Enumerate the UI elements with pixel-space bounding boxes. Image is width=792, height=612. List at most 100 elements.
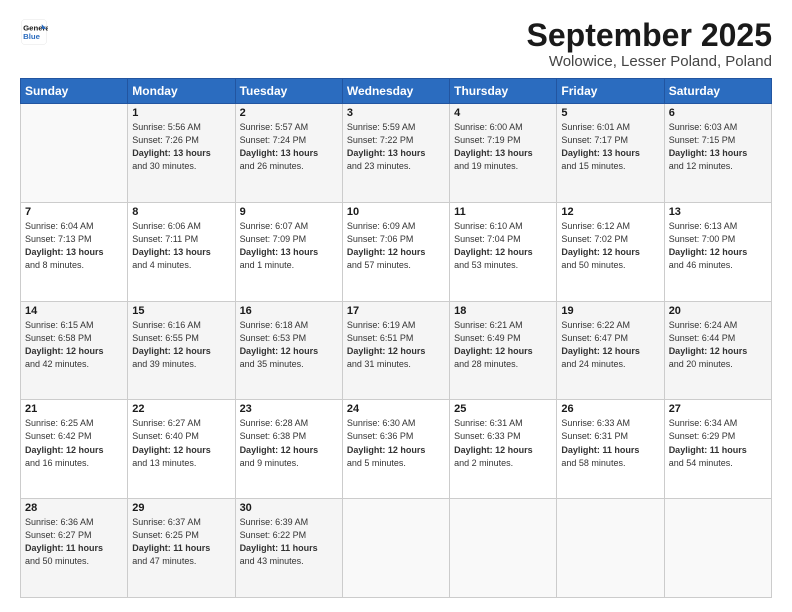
table-row [21, 104, 128, 203]
table-row: 1 Sunrise: 5:56 AMSunset: 7:26 PMDaylight… [128, 104, 235, 203]
day-number: 21 [25, 403, 123, 415]
day-detail: Sunrise: 6:18 AMSunset: 6:53 PMDaylight:… [240, 319, 338, 371]
table-row: 15Sunrise: 6:16 AMSunset: 6:55 PMDayligh… [128, 301, 235, 400]
day-detail: Sunrise: 6:33 AMSunset: 6:31 PMDaylight:… [561, 417, 659, 469]
table-row: 7 Sunrise: 6:04 AMSunset: 7:13 PMDaylight… [21, 202, 128, 301]
table-row: 14 Sunrise: 6:15 AMSunset: 6:58 PMDayligh… [21, 301, 128, 400]
day-number: 20 [669, 305, 767, 317]
day-detail: Sunrise: 6:04 AMSunset: 7:13 PMDaylight:… [25, 220, 123, 272]
calendar-table: SundayMondayTuesdayWednesdayThursdayFrid… [20, 78, 772, 598]
day-detail: Sunrise: 6:37 AMSunset: 6:25 PMDaylight:… [132, 516, 230, 568]
day-detail: Sunrise: 6:09 AMSunset: 7:06 PMDaylight:… [347, 220, 445, 272]
col-header-sunday: Sunday [21, 79, 128, 104]
day-number: 27 [669, 403, 767, 415]
day-detail: Sunrise: 6:36 AMSunset: 6:27 PMDaylight:… [25, 516, 123, 568]
day-detail: Sunrise: 6:21 AMSunset: 6:49 PMDaylight:… [454, 319, 552, 371]
table-row: 4 Sunrise: 6:00 AMSunset: 7:19 PMDaylight… [450, 104, 557, 203]
day-number: 11 [454, 206, 552, 218]
table-row: 5Sunrise: 6:01 AMSunset: 7:17 PMDaylight… [557, 104, 664, 203]
table-row: 10 Sunrise: 6:09 AMSunset: 7:06 PMDayligh… [342, 202, 449, 301]
table-row: 19Sunrise: 6:22 AMSunset: 6:47 PMDayligh… [557, 301, 664, 400]
table-row [664, 499, 771, 598]
table-row: 18 Sunrise: 6:21 AMSunset: 6:49 PMDayligh… [450, 301, 557, 400]
logo: General Blue General Blue [20, 18, 48, 46]
day-number: 29 [132, 502, 230, 514]
day-number: 24 [347, 403, 445, 415]
table-row [342, 499, 449, 598]
day-detail: Sunrise: 6:34 AMSunset: 6:29 PMDaylight:… [669, 417, 767, 469]
day-detail: Sunrise: 6:24 AMSunset: 6:44 PMDaylight:… [669, 319, 767, 371]
day-number: 18 [454, 305, 552, 317]
day-number: 5 [561, 107, 659, 119]
day-number: 1 [132, 107, 230, 119]
day-number: 22 [132, 403, 230, 415]
table-row: 13 Sunrise: 6:13 AMSunset: 7:00 PMDayligh… [664, 202, 771, 301]
day-number: 8 [132, 206, 230, 218]
table-row: 25 Sunrise: 6:31 AMSunset: 6:33 PMDayligh… [450, 400, 557, 499]
table-row [450, 499, 557, 598]
table-row: 21 Sunrise: 6:25 AMSunset: 6:42 PMDayligh… [21, 400, 128, 499]
day-number: 13 [669, 206, 767, 218]
day-number: 9 [240, 206, 338, 218]
table-row: 2 Sunrise: 5:57 AMSunset: 7:24 PMDaylight… [235, 104, 342, 203]
day-number: 26 [561, 403, 659, 415]
day-detail: Sunrise: 5:57 AMSunset: 7:24 PMDaylight:… [240, 121, 338, 173]
table-row: 23 Sunrise: 6:28 AMSunset: 6:38 PMDayligh… [235, 400, 342, 499]
day-number: 17 [347, 305, 445, 317]
day-detail: Sunrise: 6:22 AMSunset: 6:47 PMDaylight:… [561, 319, 659, 371]
day-detail: Sunrise: 6:06 AMSunset: 7:11 PMDaylight:… [132, 220, 230, 272]
day-number: 25 [454, 403, 552, 415]
day-detail: Sunrise: 6:12 AMSunset: 7:02 PMDaylight:… [561, 220, 659, 272]
day-detail: Sunrise: 6:00 AMSunset: 7:19 PMDaylight:… [454, 121, 552, 173]
table-row: 24 Sunrise: 6:30 AMSunset: 6:36 PMDayligh… [342, 400, 449, 499]
day-number: 16 [240, 305, 338, 317]
day-number: 15 [132, 305, 230, 317]
day-detail: Sunrise: 6:19 AMSunset: 6:51 PMDaylight:… [347, 319, 445, 371]
day-number: 23 [240, 403, 338, 415]
day-number: 10 [347, 206, 445, 218]
day-number: 7 [25, 206, 123, 218]
logo-icon: General Blue [20, 18, 48, 46]
table-row: 27 Sunrise: 6:34 AMSunset: 6:29 PMDayligh… [664, 400, 771, 499]
table-row: 22 Sunrise: 6:27 AMSunset: 6:40 PMDayligh… [128, 400, 235, 499]
day-detail: Sunrise: 6:15 AMSunset: 6:58 PMDaylight:… [25, 319, 123, 371]
table-row: 3 Sunrise: 5:59 AMSunset: 7:22 PMDaylight… [342, 104, 449, 203]
title-block: September 2025 Wolowice, Lesser Poland, … [527, 18, 772, 70]
day-number: 6 [669, 107, 767, 119]
day-detail: Sunrise: 6:13 AMSunset: 7:00 PMDaylight:… [669, 220, 767, 272]
page-subtitle: Wolowice, Lesser Poland, Poland [527, 53, 772, 70]
table-row: 29 Sunrise: 6:37 AMSunset: 6:25 PMDayligh… [128, 499, 235, 598]
table-row: 20 Sunrise: 6:24 AMSunset: 6:44 PMDayligh… [664, 301, 771, 400]
table-row: 11 Sunrise: 6:10 AMSunset: 7:04 PMDayligh… [450, 202, 557, 301]
day-detail: Sunrise: 6:30 AMSunset: 6:36 PMDaylight:… [347, 417, 445, 469]
day-number: 14 [25, 305, 123, 317]
day-detail: Sunrise: 6:28 AMSunset: 6:38 PMDaylight:… [240, 417, 338, 469]
table-row: 6 Sunrise: 6:03 AMSunset: 7:15 PMDaylight… [664, 104, 771, 203]
day-number: 3 [347, 107, 445, 119]
day-number: 30 [240, 502, 338, 514]
col-header-thursday: Thursday [450, 79, 557, 104]
col-header-tuesday: Tuesday [235, 79, 342, 104]
col-header-saturday: Saturday [664, 79, 771, 104]
table-row [557, 499, 664, 598]
table-row: 12 Sunrise: 6:12 AMSunset: 7:02 PMDayligh… [557, 202, 664, 301]
table-row: 17 Sunrise: 6:19 AMSunset: 6:51 PMDayligh… [342, 301, 449, 400]
table-row: 16 Sunrise: 6:18 AMSunset: 6:53 PMDayligh… [235, 301, 342, 400]
day-number: 2 [240, 107, 338, 119]
day-number: 4 [454, 107, 552, 119]
day-detail: Sunrise: 6:31 AMSunset: 6:33 PMDaylight:… [454, 417, 552, 469]
day-number: 28 [25, 502, 123, 514]
table-row: 28 Sunrise: 6:36 AMSunset: 6:27 PMDayligh… [21, 499, 128, 598]
day-detail: Sunrise: 5:56 AMSunset: 7:26 PMDaylight:… [132, 121, 230, 173]
day-detail: Sunrise: 6:25 AMSunset: 6:42 PMDaylight:… [25, 417, 123, 469]
day-detail: Sunrise: 6:03 AMSunset: 7:15 PMDaylight:… [669, 121, 767, 173]
day-number: 12 [561, 206, 659, 218]
day-detail: Sunrise: 6:39 AMSunset: 6:22 PMDaylight:… [240, 516, 338, 568]
col-header-monday: Monday [128, 79, 235, 104]
page-title: September 2025 [527, 18, 772, 53]
day-detail: Sunrise: 6:07 AMSunset: 7:09 PMDaylight:… [240, 220, 338, 272]
svg-text:Blue: Blue [23, 32, 41, 41]
day-detail: Sunrise: 5:59 AMSunset: 7:22 PMDaylight:… [347, 121, 445, 173]
day-detail: Sunrise: 6:27 AMSunset: 6:40 PMDaylight:… [132, 417, 230, 469]
day-detail: Sunrise: 6:10 AMSunset: 7:04 PMDaylight:… [454, 220, 552, 272]
